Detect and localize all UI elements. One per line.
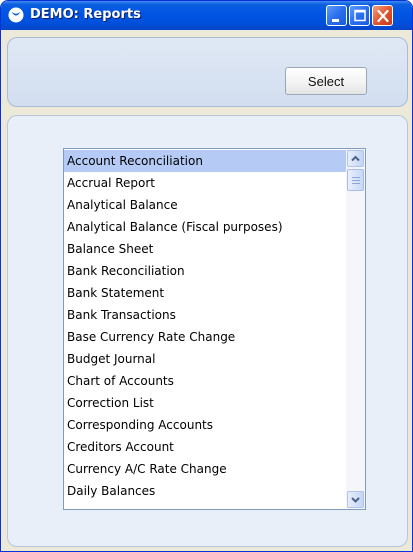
report-list-item[interactable]: Corresponding Accounts: [64, 414, 346, 436]
scroll-thumb[interactable]: [347, 169, 364, 191]
list-scrollbar[interactable]: [346, 149, 365, 509]
window-title: DEMO: Reports: [30, 7, 141, 22]
minimize-icon: [332, 19, 339, 22]
report-listbox[interactable]: Account Reconciliation Accrual Report Anal…: [63, 148, 366, 510]
chevron-down-icon: [351, 497, 360, 503]
title-bar[interactable]: DEMO: Reports: [1, 1, 412, 30]
scroll-grip-line: [352, 183, 360, 184]
report-list-item[interactable]: Analytical Balance: [64, 194, 346, 216]
report-list-item[interactable]: Currency A/C Rate Change: [64, 458, 346, 480]
scroll-grip-line: [352, 177, 360, 178]
scroll-up-button[interactable]: [347, 150, 364, 167]
report-list-item[interactable]: Accrual Report: [64, 172, 346, 194]
scroll-grip-line: [352, 180, 360, 181]
close-button[interactable]: [372, 5, 393, 26]
report-list-item[interactable]: Bank Transactions: [64, 304, 346, 326]
minimize-button[interactable]: [326, 5, 347, 26]
report-list-item[interactable]: Balance Sheet: [64, 238, 346, 260]
button-bar: Select: [7, 37, 408, 107]
report-list: Account Reconciliation Accrual Report Anal…: [64, 149, 346, 509]
reports-window: DEMO: Reports Select Account Reconciliat…: [0, 0, 413, 552]
report-list-item[interactable]: Base Currency Rate Change: [64, 326, 346, 348]
report-list-item[interactable]: Bank Statement: [64, 282, 346, 304]
report-list-item[interactable]: Account Reconciliation: [64, 150, 346, 172]
report-list-item[interactable]: Bank Reconciliation: [64, 260, 346, 282]
report-list-item[interactable]: Analytical Balance (Fiscal purposes): [64, 216, 346, 238]
report-list-item[interactable]: Chart of Accounts: [64, 370, 346, 392]
select-button[interactable]: Select: [285, 67, 367, 95]
report-list-item[interactable]: Correction List: [64, 392, 346, 414]
maximize-icon: [354, 9, 366, 22]
report-list-item[interactable]: Creditors Account: [64, 436, 346, 458]
report-list-item[interactable]: Daily Balances: [64, 480, 346, 502]
app-logo-icon: [8, 7, 24, 23]
scroll-down-button[interactable]: [347, 491, 364, 508]
report-list-item[interactable]: Budget Journal: [64, 348, 346, 370]
close-icon: [377, 9, 389, 23]
maximize-button[interactable]: [349, 5, 370, 26]
chevron-up-icon: [351, 155, 360, 162]
